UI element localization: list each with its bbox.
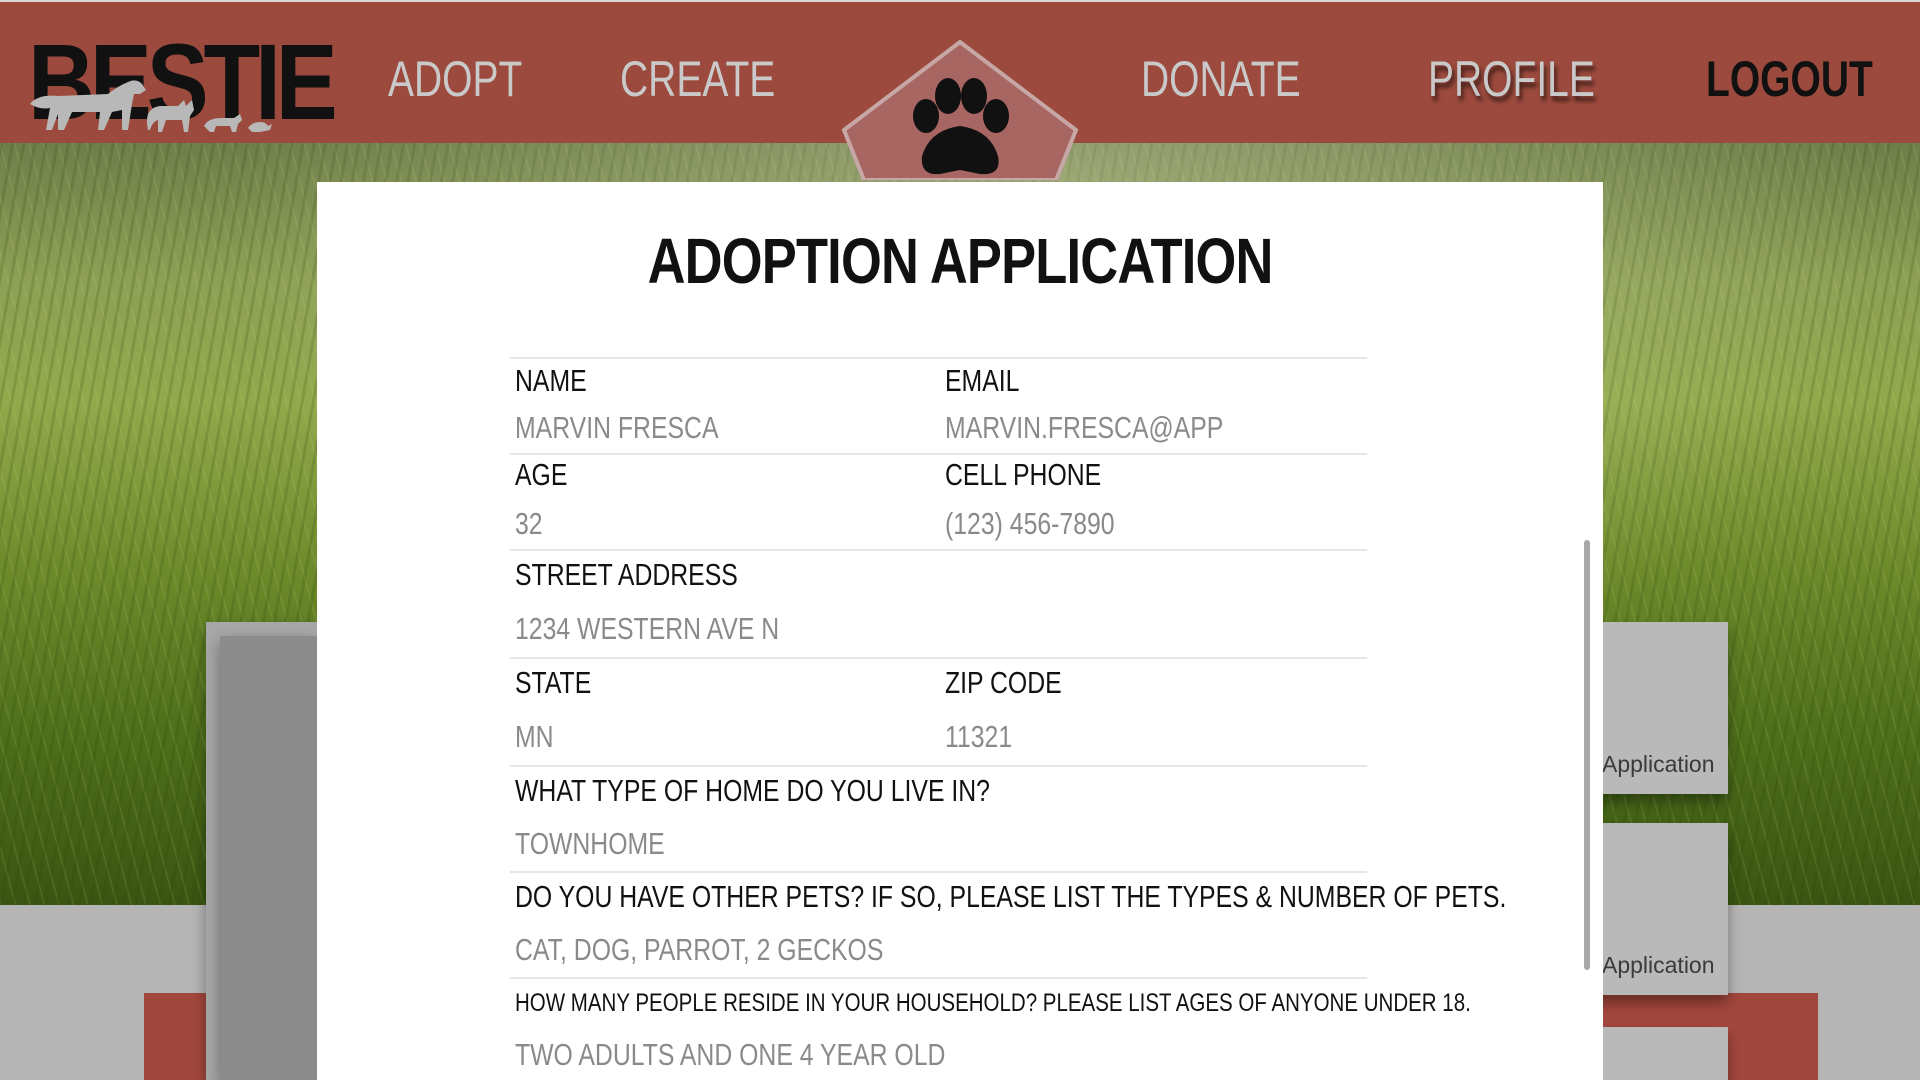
form-row-name-email: NAME MARVIN FRESCA EMAIL MARVIN.FRESCA@A…: [510, 357, 1367, 453]
zip-code-label: ZIP CODE: [945, 665, 1062, 700]
modal-scrollbar[interactable]: [1584, 540, 1590, 970]
name-field[interactable]: NAME MARVIN FRESCA: [510, 359, 940, 453]
name-label: NAME: [515, 363, 587, 398]
bestie-logo[interactable]: BESTIE: [28, 28, 338, 136]
email-field[interactable]: EMAIL MARVIN.FRESCA@APP: [940, 359, 1367, 453]
street-address-value[interactable]: 1234 WESTERN AVE N: [515, 611, 779, 647]
adoption-application-modal: ADOPTION APPLICATION NAME MARVIN FRESCA …: [317, 182, 1603, 1080]
household-value[interactable]: TWO ADULTS AND ONE 4 YEAR OLD: [515, 1037, 945, 1073]
cell-phone-label: CELL PHONE: [945, 457, 1102, 492]
form-row-other-pets: DO YOU HAVE OTHER PETS? IF SO, PLEASE LI…: [510, 871, 1506, 977]
background-panel-left-inner: [220, 636, 318, 1080]
form-row-street-address: STREET ADDRESS 1234 WESTERN AVE N: [510, 549, 1367, 657]
form-row-household: HOW MANY PEOPLE RESIDE IN YOUR HOUSEHOLD…: [510, 977, 1471, 1080]
age-label: AGE: [515, 457, 568, 492]
nav-create-link[interactable]: CREATE: [620, 50, 775, 108]
nav-profile-link[interactable]: PROFILE: [1428, 50, 1595, 108]
adoption-application-form: NAME MARVIN FRESCA EMAIL MARVIN.FRESCA@A…: [510, 357, 1506, 1080]
street-address-label: STREET ADDRESS: [515, 557, 738, 592]
modal-title: ADOPTION APPLICATION: [647, 225, 1273, 297]
other-pets-label: DO YOU HAVE OTHER PETS? IF SO, PLEASE LI…: [515, 879, 1507, 914]
form-row-state-zip: STATE MN ZIP CODE 11321: [510, 657, 1367, 765]
household-label: HOW MANY PEOPLE RESIDE IN YOUR HOUSEHOLD…: [515, 989, 1471, 1017]
nav-logout-link[interactable]: LOGOUT: [1706, 50, 1873, 108]
other-pets-field[interactable]: DO YOU HAVE OTHER PETS? IF SO, PLEASE LI…: [510, 873, 1506, 977]
home-paw-button[interactable]: [840, 40, 1080, 180]
other-pets-value[interactable]: CAT, DOG, PARROT, 2 GECKOS: [515, 932, 883, 968]
cell-phone-value[interactable]: (123) 456-7890: [945, 506, 1115, 542]
application-card-label: Application: [1602, 751, 1715, 777]
decorative-block-left: [144, 993, 206, 1080]
cell-phone-field[interactable]: CELL PHONE (123) 456-7890: [940, 455, 1367, 549]
pets-silhouette-icon: [30, 80, 272, 132]
email-label: EMAIL: [945, 363, 1020, 398]
home-type-label: WHAT TYPE OF HOME DO YOU LIVE IN?: [515, 773, 990, 808]
application-card-label: Application: [1602, 952, 1715, 978]
nav-adopt-link[interactable]: ADOPT: [388, 50, 522, 108]
form-row-age-phone: AGE 32 CELL PHONE (123) 456-7890: [510, 453, 1367, 549]
zip-code-field[interactable]: ZIP CODE 11321: [940, 659, 1367, 765]
age-field[interactable]: AGE 32: [510, 455, 940, 549]
email-value[interactable]: MARVIN.FRESCA@APP: [945, 410, 1223, 446]
form-row-home-type: WHAT TYPE OF HOME DO YOU LIVE IN? TOWNHO…: [510, 765, 1367, 871]
state-field[interactable]: STATE MN: [510, 659, 940, 765]
household-field[interactable]: HOW MANY PEOPLE RESIDE IN YOUR HOUSEHOLD…: [510, 979, 1471, 1080]
state-value[interactable]: MN: [515, 719, 554, 755]
street-address-field[interactable]: STREET ADDRESS 1234 WESTERN AVE N: [510, 551, 1367, 657]
state-label: STATE: [515, 665, 592, 700]
home-type-value[interactable]: TOWNHOME: [515, 826, 665, 862]
zip-code-value[interactable]: 11321: [945, 719, 1012, 755]
age-value[interactable]: 32: [515, 506, 543, 542]
home-type-field[interactable]: WHAT TYPE OF HOME DO YOU LIVE IN? TOWNHO…: [510, 767, 1367, 871]
name-value[interactable]: MARVIN FRESCA: [515, 410, 718, 446]
nav-donate-link[interactable]: DONATE: [1141, 50, 1301, 108]
